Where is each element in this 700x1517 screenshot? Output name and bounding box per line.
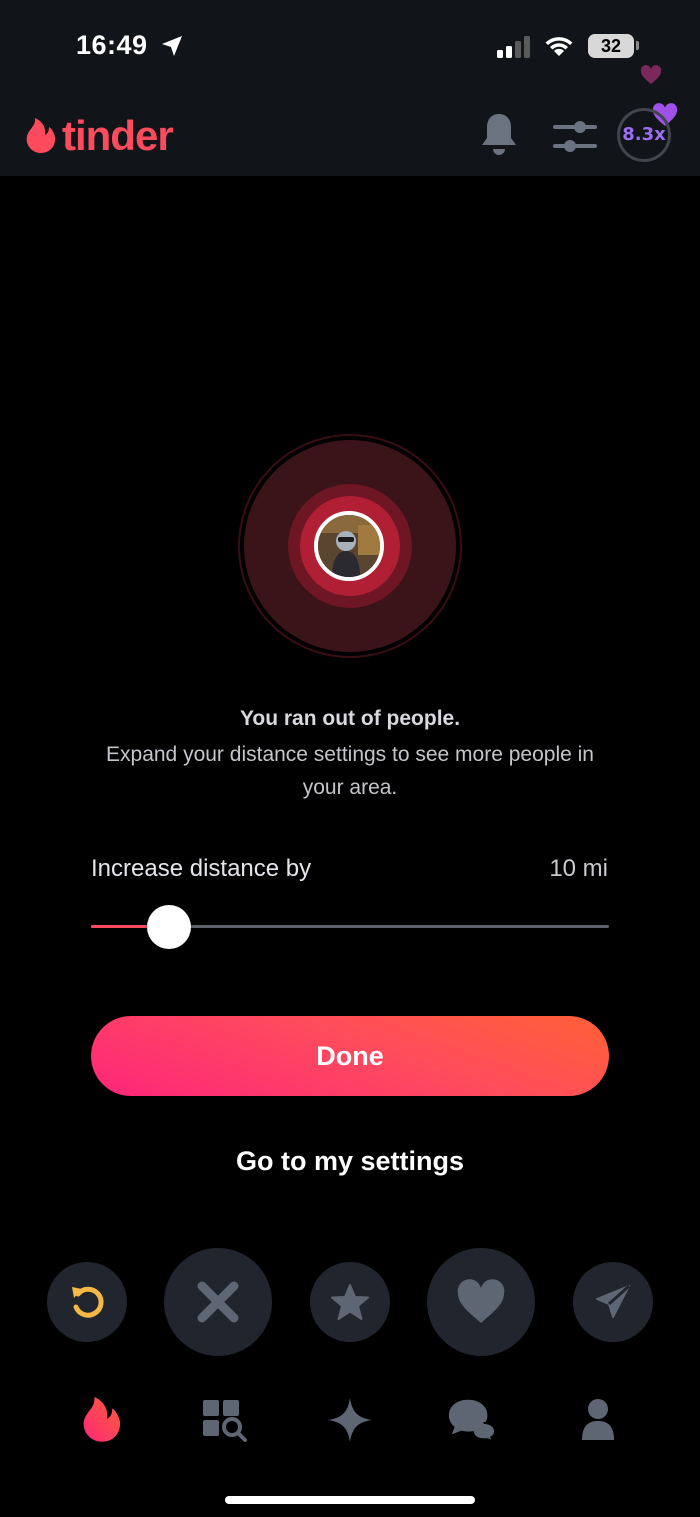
flame-logo-icon bbox=[26, 118, 56, 153]
like-button[interactable] bbox=[427, 1248, 535, 1356]
avatar-photo bbox=[318, 515, 380, 577]
cellular-signal-icon bbox=[497, 36, 530, 58]
boost-multiplier-badge[interactable]: 8.3x bbox=[617, 108, 671, 162]
user-avatar bbox=[314, 511, 384, 581]
battery-cap bbox=[636, 41, 639, 50]
go-to-settings-link[interactable]: Go to my settings bbox=[0, 1146, 700, 1177]
wifi-icon bbox=[545, 37, 573, 56]
home-indicator bbox=[225, 1496, 475, 1504]
logo-wordmark: tinder bbox=[62, 112, 174, 159]
rewind-icon bbox=[72, 1286, 104, 1318]
nope-icon bbox=[197, 1281, 239, 1323]
like-icon bbox=[457, 1279, 505, 1323]
profile-icon bbox=[582, 1399, 614, 1440]
floating-heart-icon bbox=[640, 65, 662, 85]
battery-level: 32 bbox=[588, 34, 634, 58]
flame-icon bbox=[83, 1397, 121, 1442]
location-arrow-icon bbox=[162, 36, 182, 56]
distance-slider-thumb[interactable] bbox=[147, 905, 191, 949]
tinder-logo[interactable]: tinder bbox=[26, 112, 174, 160]
tab-profile[interactable] bbox=[573, 1395, 623, 1445]
distance-label: Increase distance by bbox=[91, 855, 312, 882]
tab-messages[interactable] bbox=[447, 1395, 497, 1445]
empty-state-title: You ran out of people. bbox=[239, 707, 461, 730]
sparkle-icon bbox=[328, 1398, 372, 1442]
filter-sliders-icon[interactable] bbox=[553, 120, 597, 154]
super-like-button[interactable] bbox=[310, 1262, 390, 1342]
done-button[interactable]: Done bbox=[91, 1016, 609, 1096]
rewind-button[interactable] bbox=[47, 1262, 127, 1342]
boost-send-button[interactable] bbox=[573, 1262, 653, 1342]
notifications-bell-icon[interactable] bbox=[480, 112, 518, 158]
super-like-icon bbox=[331, 1284, 369, 1320]
distance-value: 10 mi bbox=[549, 855, 608, 882]
nope-button[interactable] bbox=[164, 1248, 272, 1356]
empty-state-body: Expand your distance settings to see mor… bbox=[106, 743, 594, 799]
status-time: 16:49 bbox=[76, 30, 148, 60]
tab-gold[interactable] bbox=[325, 1395, 375, 1445]
tab-explore[interactable] bbox=[200, 1395, 250, 1445]
tab-swipe[interactable] bbox=[77, 1395, 127, 1445]
boost-send-icon bbox=[596, 1284, 631, 1318]
explore-icon bbox=[203, 1400, 247, 1442]
chat-icon bbox=[448, 1399, 497, 1443]
